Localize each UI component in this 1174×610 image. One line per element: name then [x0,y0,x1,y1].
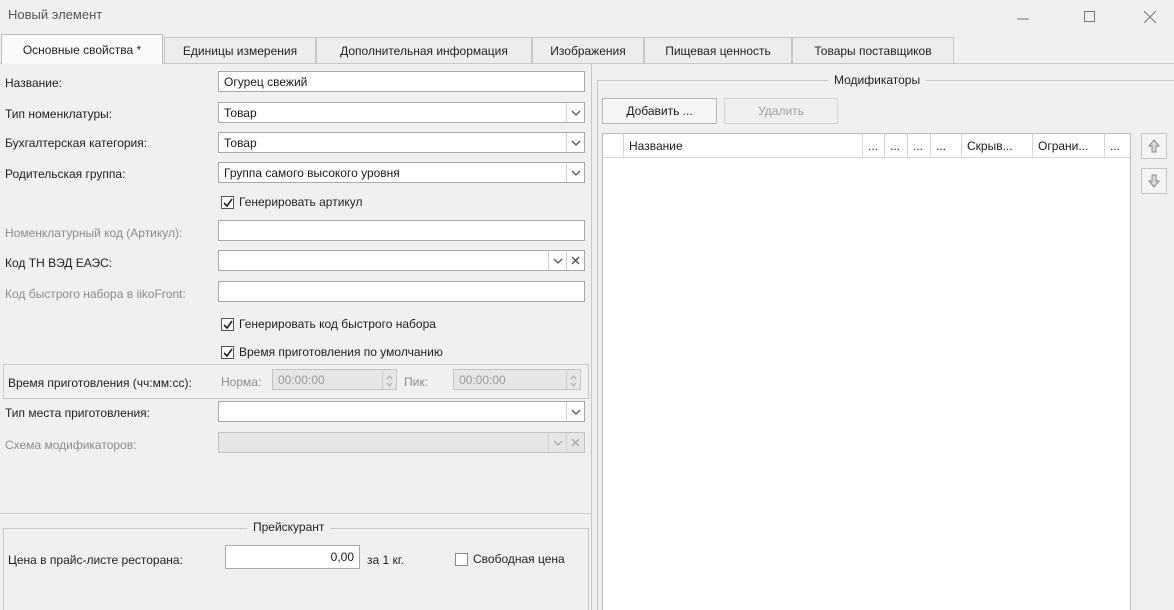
norm-label: Норма: [221,375,262,389]
generate-article-label: Генерировать артикул [239,195,363,209]
pricelist-group [3,528,589,610]
grid-header: Название ... ... ... ... Скрыв... Ограни… [603,134,1130,158]
generate-article-checkbox[interactable]: Генерировать артикул [221,195,363,209]
generate-fastcode-checkbox[interactable]: Генерировать код быстрого набора [221,317,436,331]
check-icon [221,195,234,209]
norm-time-value: 00:00:00 [278,373,325,387]
fastcode-input[interactable] [218,281,585,302]
grid-row-indicator [603,134,623,158]
parent-group-label: Родительская группа: [5,167,126,181]
clear-x-icon[interactable] [566,433,584,452]
parent-group-select[interactable]: Группа самого высокого уровня [218,162,585,183]
tab-main-properties[interactable]: Основные свойства * [1,34,163,64]
close-icon [1144,10,1156,23]
cooktime-label: Время приготовления (чч:мм:сс): [8,376,192,390]
generate-fastcode-label: Генерировать код быстрого набора [239,317,436,331]
norm-time-input[interactable]: 00:00:00 [272,369,397,390]
grid-col-more[interactable]: ... [1104,134,1130,158]
grid-col-4[interactable]: ... [930,134,961,158]
spinner-icon[interactable] [382,371,395,389]
free-price-checkbox[interactable]: Свободная цена [455,552,565,566]
modifier-scheme-label: Схема модификаторов: [5,438,137,452]
account-category-value: Товар [224,136,257,150]
peak-time-value: 00:00:00 [459,373,506,387]
peak-label: Пик: [404,375,428,389]
chevron-down-icon[interactable] [566,402,584,421]
chevron-down-icon[interactable] [548,433,566,452]
window-title: Новый элемент [8,7,103,22]
default-cooktime-label: Время приготовления по умолчанию [239,345,443,359]
chevron-down-icon[interactable] [566,103,584,122]
modifiers-grid[interactable]: Название ... ... ... ... Скрыв... Ограни… [602,133,1131,610]
type-label: Тип номенклатуры: [5,107,113,121]
grid-col-hidden[interactable]: Скрыв... [961,134,1032,158]
move-up-button[interactable] [1141,133,1167,159]
chevron-down-icon[interactable] [566,163,584,182]
minimize-icon [1017,18,1029,19]
account-category-select[interactable]: Товар [218,132,585,153]
type-select-value: Товар [224,106,257,120]
fastcode-label: Код быстрого набора в iikoFront: [5,287,186,301]
chevron-down-icon[interactable] [548,251,566,270]
article-label: Номенклатурный код (Артикул): [5,226,183,240]
tab-supplier-goods[interactable]: Товары поставщиков [792,37,954,63]
delete-modifier-button[interactable]: Удалить [724,98,838,124]
parent-group-value: Группа самого высокого уровня [224,166,400,180]
name-label: Название: [5,76,62,90]
section-divider [0,513,592,514]
tnved-label: Код ТН ВЭД ЕАЭС: [5,256,113,270]
maximize-button[interactable] [1070,0,1110,33]
tab-images[interactable]: Изображения [532,37,644,63]
price-unit-label: за 1 кг. [367,553,405,567]
cook-place-label: Тип места приготовления: [5,406,151,420]
grid-col-name[interactable]: Название [623,134,862,158]
modifier-scheme-select[interactable] [218,432,585,453]
peak-time-input[interactable]: 00:00:00 [453,369,581,390]
check-icon [221,345,234,359]
close-button[interactable] [1130,0,1170,33]
price-label: Цена в прайс-листе ресторана: [8,553,183,567]
name-input[interactable]: Огурец свежий [218,71,585,92]
tnved-select[interactable] [218,250,585,271]
arrow-down-icon [1148,174,1160,188]
pricelist-legend: Прейскурант [247,520,331,534]
default-cooktime-checkbox[interactable]: Время приготовления по умолчанию [221,345,443,359]
free-price-label: Свободная цена [473,552,565,566]
clear-x-icon[interactable] [566,251,584,270]
cook-place-select[interactable] [218,401,585,422]
move-down-button[interactable] [1141,168,1167,194]
article-input[interactable] [218,220,585,241]
tab-units[interactable]: Единицы измерения [164,37,316,63]
grid-col-restrict[interactable]: Ограни... [1032,134,1104,158]
account-category-label: Бухгалтерская категория: [5,136,148,150]
arrow-up-icon [1148,139,1160,153]
grid-col-3[interactable]: ... [907,134,930,158]
spinner-icon[interactable] [566,371,579,389]
tab-nutrition[interactable]: Пищевая ценность [644,37,792,63]
minimize-button[interactable] [1003,0,1043,33]
tab-additional-info[interactable]: Дополнительная информация [316,37,532,63]
price-input[interactable]: 0,00 [225,545,360,569]
maximize-icon [1084,10,1095,22]
type-select[interactable]: Товар [218,102,585,123]
grid-col-1[interactable]: ... [862,134,884,158]
modifiers-legend: Модификаторы [828,73,927,87]
add-modifier-button[interactable]: Добавить ... [602,98,717,124]
chevron-down-icon[interactable] [566,133,584,152]
check-icon [221,317,234,331]
title-bar [0,0,1174,33]
grid-col-2[interactable]: ... [884,134,907,158]
